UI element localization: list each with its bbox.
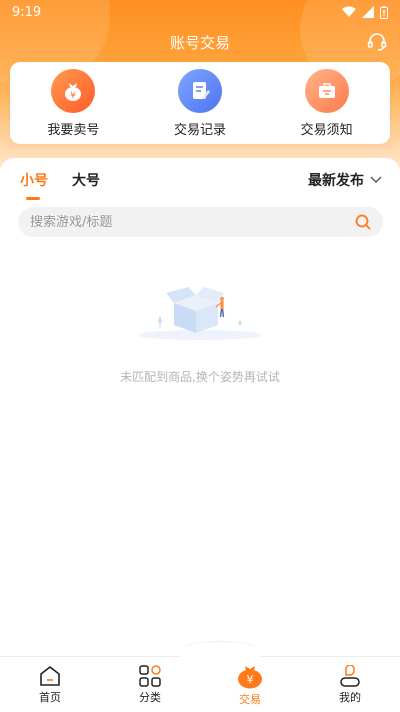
search-icon[interactable] <box>355 214 371 230</box>
sort-dropdown[interactable]: 最新发布 <box>308 170 382 190</box>
status-bar: 9:19 <box>0 0 400 24</box>
page-title: 账号交易 <box>169 33 230 52</box>
app-header: 账号交易 <box>0 28 400 56</box>
trade-icon: ¥ <box>238 665 262 688</box>
sell-account-button[interactable]: ¥ 我要卖号 <box>23 68 123 138</box>
nav-trade[interactable]: ¥ 交易 <box>200 663 300 707</box>
bottom-navigation: 首页 分类 ¥ 交易 我的 <box>0 641 400 712</box>
chevron-down-icon <box>370 176 382 183</box>
nav-home[interactable]: 首页 <box>0 665 100 705</box>
money-bag-icon: ¥ <box>51 68 96 113</box>
tabbar-hump <box>180 641 260 661</box>
quick-actions-card: ¥ 我要卖号 交易记录 交易须知 <box>10 62 390 144</box>
nav-category[interactable]: 分类 <box>100 664 200 705</box>
trade-records-label: 交易记录 <box>173 122 226 138</box>
sell-account-label: 我要卖号 <box>47 122 100 138</box>
battery-icon <box>380 5 388 19</box>
record-document-icon <box>177 68 222 113</box>
status-time: 9:19 <box>12 4 42 20</box>
trade-notice-label: 交易须知 <box>300 122 353 138</box>
empty-state-message: 未匹配到商品,换个姿势再试试 <box>120 370 280 384</box>
trade-notice-button[interactable]: 交易须知 <box>277 68 377 138</box>
wifi-icon <box>342 6 356 17</box>
notice-briefcase-icon <box>304 68 349 113</box>
status-icons <box>342 5 388 19</box>
account-size-tabs: 小号 大号 <box>20 170 100 200</box>
nav-profile-label: 我的 <box>339 690 361 704</box>
profile-icon <box>340 664 360 687</box>
empty-box-illustration <box>138 287 262 340</box>
tab-small-account[interactable]: 小号 <box>20 170 48 200</box>
nav-category-label: 分类 <box>139 690 161 704</box>
svg-text:¥: ¥ <box>70 91 76 101</box>
search-input[interactable] <box>30 214 355 230</box>
search-bar <box>18 207 383 237</box>
trade-records-button[interactable]: 交易记录 <box>150 68 250 138</box>
tab-large-account[interactable]: 大号 <box>72 170 100 200</box>
home-icon <box>40 665 60 686</box>
nav-profile[interactable]: 我的 <box>300 664 400 705</box>
listing-panel: 小号 大号 最新发布 未匹配到商品,换个姿势再试试 <box>0 158 400 658</box>
sort-label: 最新发布 <box>308 173 364 189</box>
category-icon <box>139 664 161 687</box>
customer-service-headset-icon[interactable] <box>366 31 388 53</box>
nav-home-label: 首页 <box>39 690 61 704</box>
nav-trade-label: 交易 <box>239 692 261 706</box>
svg-text:¥: ¥ <box>247 673 254 686</box>
signal-icon <box>362 6 374 18</box>
